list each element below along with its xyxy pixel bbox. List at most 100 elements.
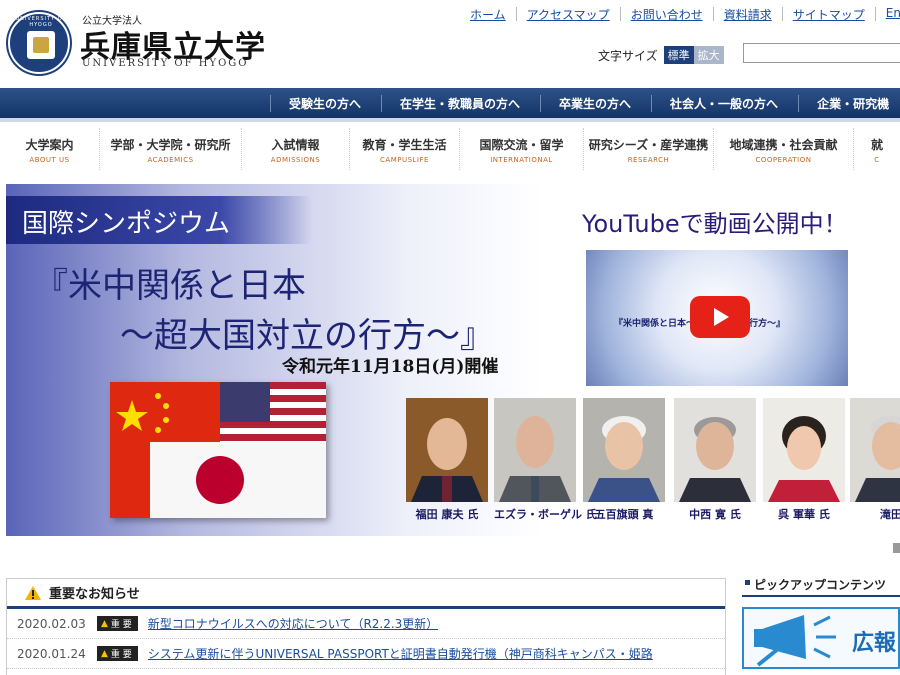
main-nav-sublabel: ACADEMICS xyxy=(147,156,194,164)
main-nav-about[interactable]: 大学案内 ABOUT US xyxy=(0,128,100,170)
banner-title-line1: 『米中関係と日本 xyxy=(34,266,306,306)
main-nav-label: 地域連携・社会貢献 xyxy=(729,138,838,152)
audience-nav: 受験生の方へ 在学生・教職員の方へ 卒業生の方へ 社会人・一般の方へ 企業・研究… xyxy=(0,88,900,118)
util-link-home[interactable]: ホーム xyxy=(460,6,516,23)
aud-nav-public[interactable]: 社会人・一般の方へ xyxy=(651,94,798,112)
person-portrait-icon xyxy=(674,398,756,502)
main-nav-research[interactable]: 研究シーズ・産学連携 RESEARCH xyxy=(584,128,714,170)
pickup-card-label: 広報 xyxy=(852,631,897,656)
main-nav-label: 就 xyxy=(870,138,883,152)
main-nav-international[interactable]: 国際交流・留学 INTERNATIONAL xyxy=(460,128,584,170)
speaker-photo xyxy=(406,398,488,502)
font-size-standard-button[interactable]: 標準 xyxy=(663,46,694,64)
nav-divider-strip xyxy=(0,118,900,122)
main-nav-sublabel: ABOUT US xyxy=(29,156,70,164)
speaker-card: 滝田 xyxy=(850,398,900,522)
person-portrait-icon xyxy=(406,398,488,502)
speaker-name: 五百旗頭 真 xyxy=(594,508,654,521)
speaker-name: 呉 軍華 氏 xyxy=(778,508,830,521)
main-nav-career[interactable]: 就 C xyxy=(854,128,900,170)
main-nav-sublabel: INTERNATIONAL xyxy=(490,156,553,164)
util-link-sitemap[interactable]: サイトマップ xyxy=(783,6,875,23)
util-link-access[interactable]: アクセスマップ xyxy=(517,6,620,23)
speaker-photo xyxy=(850,398,900,502)
util-link-request[interactable]: 資料請求 xyxy=(714,6,782,23)
main-nav-sublabel: C xyxy=(874,156,880,164)
warning-icon: ▲ xyxy=(101,618,108,629)
important-news-panel: 重要なお知らせ 2020.02.03 ▲ 重 要 新型コロナウイルスへの対応につ… xyxy=(6,578,726,675)
news-heading: 重要なお知らせ xyxy=(49,587,140,602)
speaker-photo xyxy=(494,398,576,502)
important-badge: ▲ 重 要 xyxy=(97,616,138,631)
aud-nav-applicants[interactable]: 受験生の方へ xyxy=(270,94,381,112)
speaker-card: 中西 寛 氏 xyxy=(674,398,756,522)
pickup-contents: ピックアップコンテンツ 広報 xyxy=(742,576,900,675)
megaphone-icon xyxy=(754,615,836,667)
hero-banner[interactable]: 国際シンポジウム 『米中関係と日本 ～超大国対立の行方～』 令和元年11月18日… xyxy=(6,184,900,536)
banner-scroll-handle[interactable] xyxy=(893,543,900,553)
site-header: UNIVERSITY OF HYOGO 公立大学法人 兵庫県立大学 UNIVER… xyxy=(0,0,900,88)
main-nav-sublabel: COOPERATION xyxy=(755,156,812,164)
search-input[interactable] xyxy=(743,43,900,63)
main-nav-label: 研究シーズ・産学連携 xyxy=(588,138,709,152)
seal-emblem-icon xyxy=(27,31,55,59)
warning-icon: ▲ xyxy=(101,648,108,659)
speaker-photo xyxy=(674,398,756,502)
badge-label: 重 要 xyxy=(110,620,132,630)
main-nav-label: 教育・学生生活 xyxy=(362,138,447,152)
util-link-english[interactable]: English xyxy=(876,6,900,23)
speaker-card: エズラ・ボーゲル 氏 xyxy=(494,398,597,522)
youtube-heading: YouTubeで動画公開中！ xyxy=(582,210,848,238)
main-nav-academics[interactable]: 学部・大学院・研究所 ACADEMICS xyxy=(100,128,242,170)
us-china-japan-flags-icon xyxy=(110,382,326,518)
aud-nav-students-staff[interactable]: 在学生・教職員の方へ xyxy=(381,94,540,112)
main-nav: 大学案内 ABOUT US 学部・大学院・研究所 ACADEMICS 入試情報 … xyxy=(0,128,900,170)
badge-label: 重 要 xyxy=(110,650,132,660)
font-size-label: 文字サイズ xyxy=(598,48,658,63)
main-nav-sublabel: CAMPUSLIFE xyxy=(380,156,429,164)
utility-links: ホーム アクセスマップ お問い合わせ 資料請求 サイトマップ English xyxy=(460,6,900,23)
banner-title-line2: ～超大国対立の行方～』 xyxy=(120,316,494,356)
speaker-name: 福田 康夫 氏 xyxy=(415,508,479,521)
news-date: 2020.02.03 xyxy=(17,616,86,631)
important-badge: ▲ 重 要 xyxy=(97,646,138,661)
person-portrait-icon xyxy=(494,398,576,502)
video-thumbnail[interactable]: 『米中関係と日本～超大国対立の行方～』 xyxy=(586,250,848,386)
main-nav-sublabel: RESEARCH xyxy=(627,156,670,164)
speaker-photo xyxy=(583,398,665,502)
flags-image xyxy=(110,382,326,518)
banner-tag: 国際シンポジウム xyxy=(6,196,312,244)
news-item: 2020.01.24 ▲ 重 要 システム更新に伴うUNIVERSAL PASS… xyxy=(7,639,725,669)
person-portrait-icon xyxy=(583,398,665,502)
util-link-contact[interactable]: お問い合わせ xyxy=(621,6,713,23)
play-icon[interactable] xyxy=(690,296,750,338)
banner-date: 令和元年11月18日(月)開催 xyxy=(282,357,499,377)
speaker-name: 中西 寛 氏 xyxy=(689,508,741,521)
pickup-card-pr[interactable]: 広報 xyxy=(742,607,900,669)
university-seal-logo[interactable]: UNIVERSITY OF HYOGO xyxy=(8,12,70,74)
speaker-name: エズラ・ボーゲル 氏 xyxy=(494,508,597,521)
main-nav-label: 学部・大学院・研究所 xyxy=(110,138,231,152)
person-portrait-icon xyxy=(763,398,845,502)
main-nav-label: 国際交流・留学 xyxy=(479,138,564,152)
main-nav-label: 入試情報 xyxy=(271,138,320,152)
warning-icon xyxy=(25,585,41,600)
university-name-en: UNIVERSITY OF HYOGO xyxy=(82,58,249,69)
news-link[interactable]: 新型コロナウイルスへの対応について（R2.2.3更新） xyxy=(148,615,439,632)
news-date: 2020.01.24 xyxy=(17,646,86,661)
speaker-name: 滝田 xyxy=(880,508,900,521)
speaker-photo xyxy=(763,398,845,502)
main-nav-sublabel: ADMISSIONS xyxy=(270,156,321,164)
speaker-card: 五百旗頭 真 xyxy=(583,398,665,522)
person-portrait-icon xyxy=(850,398,900,502)
news-header: 重要なお知らせ xyxy=(7,579,725,609)
news-link[interactable]: システム更新に伴うUNIVERSAL PASSPORTと証明書自動発行機（神戸商… xyxy=(148,645,653,662)
aud-nav-companies[interactable]: 企業・研究機 xyxy=(798,94,900,112)
font-size-large-button[interactable]: 拡大 xyxy=(693,46,724,64)
aud-nav-alumni[interactable]: 卒業生の方へ xyxy=(540,94,651,112)
font-size-switcher: 文字サイズ 標準 拡大 xyxy=(598,46,724,64)
main-nav-cooperation[interactable]: 地域連携・社会貢献 COOPERATION xyxy=(714,128,854,170)
main-nav-admissions[interactable]: 入試情報 ADMISSIONS xyxy=(242,128,350,170)
main-nav-campuslife[interactable]: 教育・学生生活 CAMPUSLIFE xyxy=(350,128,460,170)
speaker-card: 呉 軍華 氏 xyxy=(763,398,845,522)
